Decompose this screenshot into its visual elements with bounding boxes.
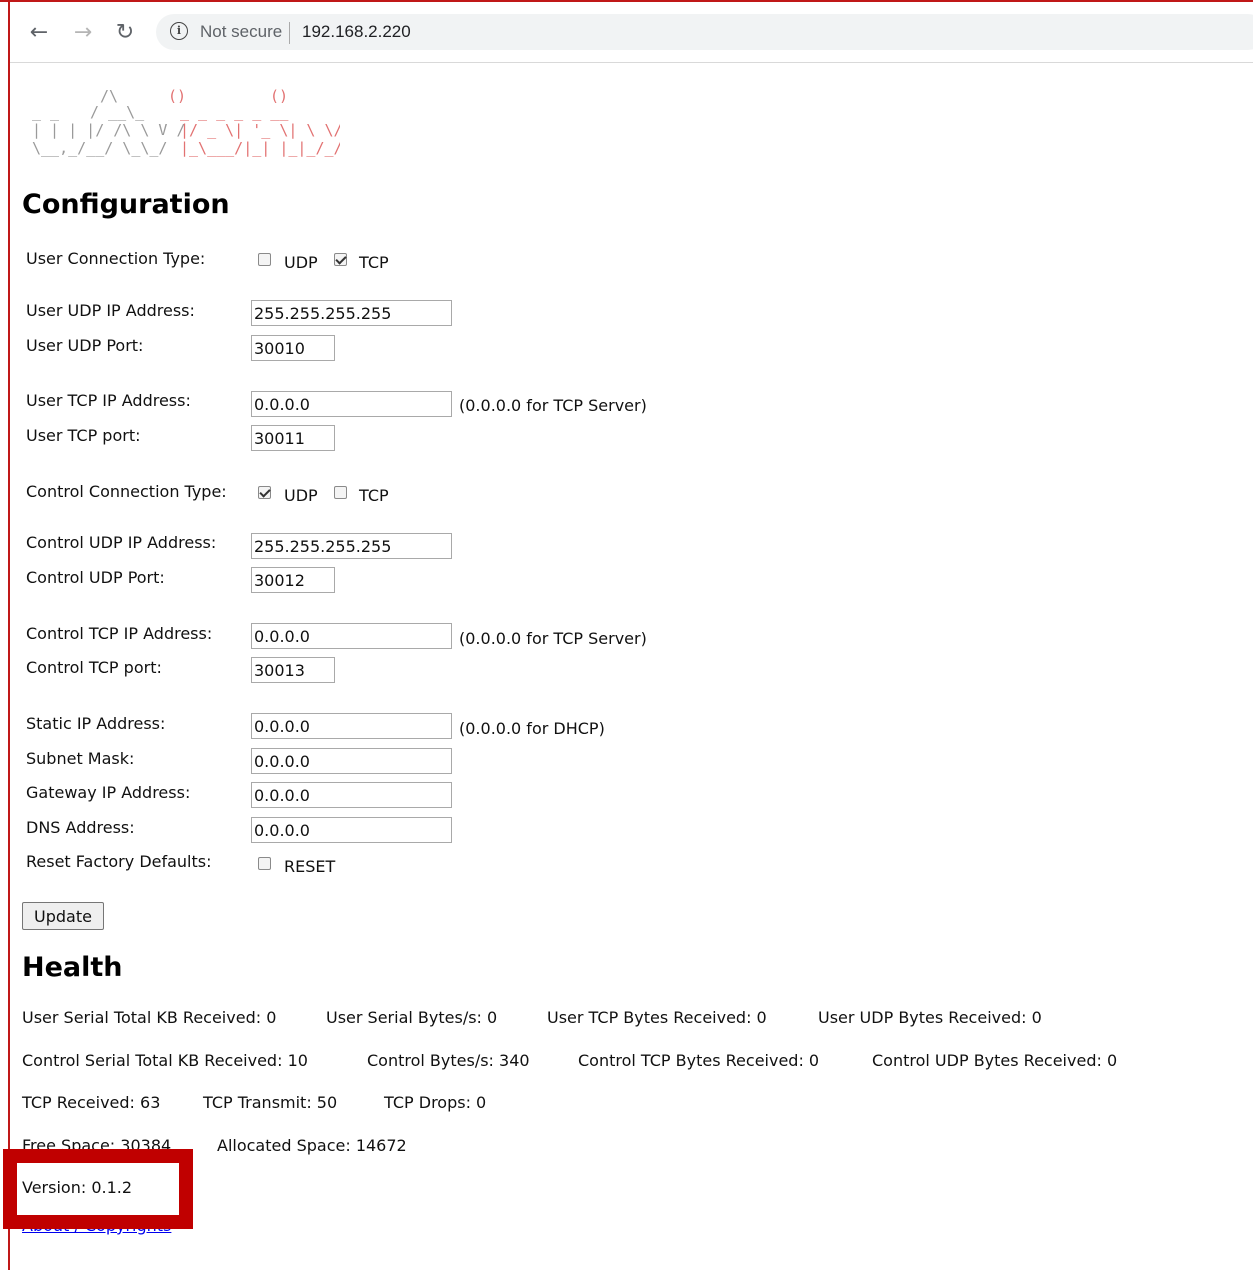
subnet-mask-input[interactable] xyxy=(251,748,452,774)
user-udp-port-input[interactable] xyxy=(251,335,335,361)
user-udp-ip-label: User UDP IP Address: xyxy=(26,301,195,320)
stat-allocated-space: Allocated Space: 14672 xyxy=(217,1136,407,1155)
stat-tcp-received: TCP Received: 63 xyxy=(22,1093,161,1112)
reset-factory-defaults-label: Reset Factory Defaults: xyxy=(26,852,212,871)
gateway-ip-input[interactable] xyxy=(251,782,452,808)
update-button[interactable]: Update xyxy=(22,902,104,930)
ctrl-conn-tcp-label: TCP xyxy=(359,486,389,505)
info-icon[interactable]: i xyxy=(170,22,188,40)
uavionix-logo: /\ / __\_ | | | |/ /\ \ V / \__,_/__/ \_… xyxy=(30,70,340,188)
control-tcp-ip-hint: (0.0.0.0 for TCP Server) xyxy=(459,629,647,648)
static-ip-input[interactable] xyxy=(251,713,452,739)
stat-control-serial-kb: Control Serial Total KB Received: 10 xyxy=(22,1051,308,1070)
stat-tcp-transmit: TCP Transmit: 50 xyxy=(203,1093,338,1112)
dns-address-input[interactable] xyxy=(251,817,452,843)
configuration-heading: Configuration xyxy=(22,189,230,220)
user-conn-udp-checkbox[interactable] xyxy=(258,253,271,266)
static-ip-hint: (0.0.0.0 for DHCP) xyxy=(459,719,605,738)
address-divider xyxy=(289,22,290,44)
control-tcp-port-label: Control TCP port: xyxy=(26,658,162,677)
window-border-left xyxy=(8,0,10,1270)
security-status[interactable]: Not secure xyxy=(200,22,282,42)
svg-text:|_\___/|_| |_|_/_/\_\: |_\___/|_| |_|_/_/\_\ xyxy=(180,139,340,157)
user-conn-tcp-label: TCP xyxy=(359,253,389,272)
stat-control-bps: Control Bytes/s: 340 xyxy=(367,1051,530,1070)
control-udp-port-label: Control UDP Port: xyxy=(26,568,165,587)
stat-control-tcp-bytes: Control TCP Bytes Received: 0 xyxy=(578,1051,820,1070)
user-connection-type-label: User Connection Type: xyxy=(26,249,206,268)
svg-text:_ _: _ _ xyxy=(32,103,60,121)
control-tcp-ip-label: Control TCP IP Address: xyxy=(26,624,213,643)
user-udp-ip-input[interactable] xyxy=(251,300,452,326)
user-conn-tcp-checkbox[interactable] xyxy=(334,253,347,266)
user-tcp-ip-input[interactable] xyxy=(251,391,452,417)
gateway-ip-label: Gateway IP Address: xyxy=(26,783,191,802)
control-tcp-port-input[interactable] xyxy=(251,657,335,683)
reset-checkbox[interactable] xyxy=(258,857,271,870)
dns-address-label: DNS Address: xyxy=(26,818,135,837)
svg-text:/ __\_: / __\_ xyxy=(90,103,145,121)
svg-text:\__,_/__/ \_\_/: \__,_/__/ \_\_/ xyxy=(32,139,167,157)
stat-tcp-drops: TCP Drops: 0 xyxy=(384,1093,487,1112)
svg-text:|/ _ \| '_ \| \ \/ /: |/ _ \| '_ \| \ \/ / xyxy=(180,121,340,139)
svg-text:_ _ _ _ _ __: _ _ _ _ _ __ xyxy=(180,103,289,121)
stat-control-udp-bytes: Control UDP Bytes Received: 0 xyxy=(872,1051,1118,1070)
control-udp-ip-label: Control UDP IP Address: xyxy=(26,533,217,552)
user-tcp-port-input[interactable] xyxy=(251,425,335,451)
subnet-mask-label: Subnet Mask: xyxy=(26,749,135,768)
reload-icon[interactable]: ↻ xyxy=(112,20,138,46)
svg-text:| | | |/ /\ \ V /: | | | |/ /\ \ V / xyxy=(32,121,186,139)
ctrl-conn-udp-label: UDP xyxy=(284,486,318,505)
static-ip-label: Static IP Address: xyxy=(26,714,166,733)
version-text: Version: 0.1.2 xyxy=(22,1178,133,1197)
stat-user-serial-kb: User Serial Total KB Received: 0 xyxy=(22,1008,277,1027)
forward-arrow-icon[interactable]: → xyxy=(70,20,96,46)
control-tcp-ip-input[interactable] xyxy=(251,623,452,649)
address-bar[interactable]: i Not secure 192.168.2.220 xyxy=(156,14,1253,50)
health-heading: Health xyxy=(22,952,123,983)
url-text[interactable]: 192.168.2.220 xyxy=(302,22,411,42)
back-arrow-icon[interactable]: ← xyxy=(26,20,52,46)
stat-user-udp-bytes: User UDP Bytes Received: 0 xyxy=(818,1008,1042,1027)
control-connection-type-label: Control Connection Type: xyxy=(26,482,227,501)
user-conn-udp-label: UDP xyxy=(284,253,318,272)
control-udp-ip-input[interactable] xyxy=(251,533,452,559)
ctrl-conn-udp-checkbox[interactable] xyxy=(258,486,271,499)
reset-checkbox-label: RESET xyxy=(284,857,336,876)
stat-user-tcp-bytes: User TCP Bytes Received: 0 xyxy=(547,1008,767,1027)
stat-user-serial-bps: User Serial Bytes/s: 0 xyxy=(326,1008,498,1027)
uavionix-ascii-logo-icon: /\ / __\_ | | | |/ /\ \ V / \__,_/__/ \_… xyxy=(32,87,340,157)
ctrl-conn-tcp-checkbox[interactable] xyxy=(334,486,347,499)
user-tcp-port-label: User TCP port: xyxy=(26,426,141,445)
browser-toolbar: ← → ↻ i Not secure 192.168.2.220 xyxy=(10,2,1253,63)
user-tcp-ip-hint: (0.0.0.0 for TCP Server) xyxy=(459,396,647,415)
control-udp-port-input[interactable] xyxy=(251,567,335,593)
user-udp-port-label: User UDP Port: xyxy=(26,336,144,355)
user-tcp-ip-label: User TCP IP Address: xyxy=(26,391,191,410)
